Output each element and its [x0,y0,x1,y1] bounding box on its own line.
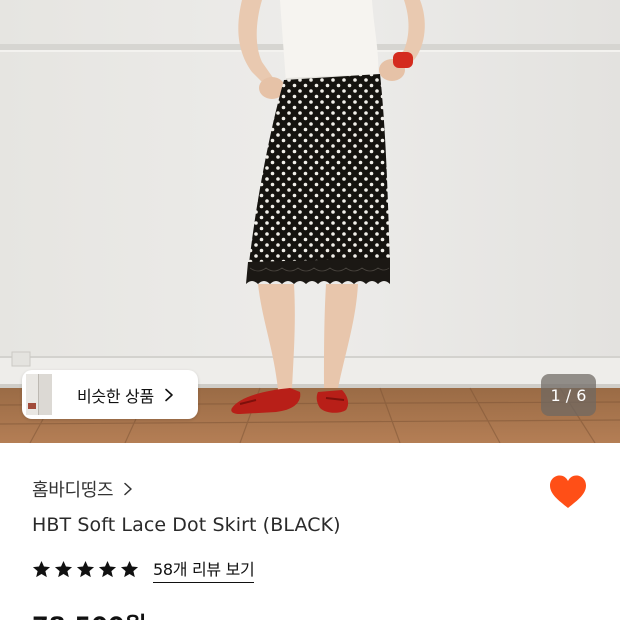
star-icon [76,560,95,578]
image-page-counter: 1 / 6 [541,374,596,416]
chevron-right-icon [124,482,133,496]
product-price: 78,500원 [32,606,147,620]
rating-row: 58개 리뷰 보기 [32,556,255,583]
star-icon [120,560,139,578]
brand-name: 홈바디띵즈 [32,480,114,501]
chevron-right-icon [165,388,173,401]
star-icon [32,560,51,578]
brand-link[interactable]: 홈바디띵즈 [32,476,134,502]
review-link[interactable]: 58개 리뷰 보기 [153,556,255,583]
product-image[interactable]: 비슷한 상품 1 / 6 [0,0,620,443]
heart-icon[interactable] [548,473,588,513]
star-icon [98,560,117,578]
similar-products-button[interactable]: 비슷한 상품 [22,370,198,419]
product-title: HBT Soft Lace Dot Skirt (BLACK) [32,514,341,536]
similar-products-label: 비슷한 상품 [77,386,154,406]
similar-products-thumbnail [22,370,56,419]
rating-stars [32,560,142,579]
star-icon [54,560,73,578]
